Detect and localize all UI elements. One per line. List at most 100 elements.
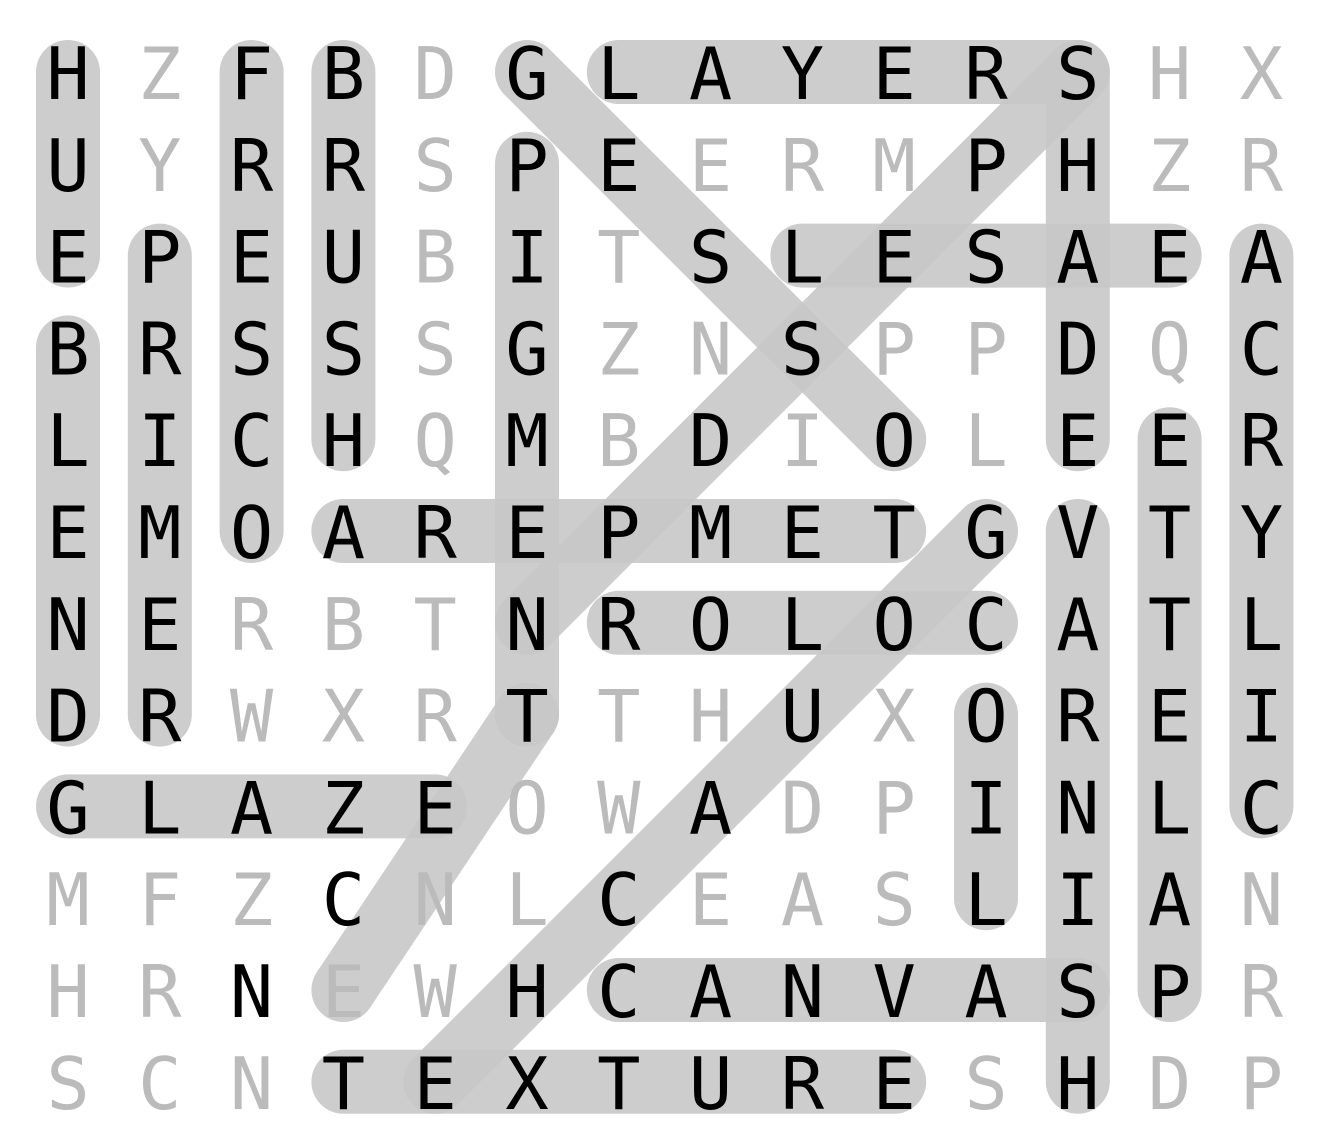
grid-letter[interactable]: W <box>597 766 641 850</box>
grid-letter[interactable]: M <box>46 858 89 942</box>
grid-letter[interactable]: S <box>964 216 1007 300</box>
grid-letter[interactable]: L <box>46 399 89 483</box>
grid-letter[interactable]: X <box>505 1042 548 1126</box>
grid-letter[interactable]: N <box>505 583 548 667</box>
grid-letter[interactable]: M <box>505 399 548 483</box>
grid-letter[interactable]: M <box>689 491 732 575</box>
grid-letter[interactable]: R <box>138 307 182 391</box>
grid-letter[interactable]: Y <box>138 124 181 208</box>
grid-letter[interactable]: E <box>689 858 732 942</box>
grid-letter[interactable]: P <box>873 307 916 391</box>
grid-letter[interactable]: L <box>781 216 824 300</box>
grid-letter[interactable]: E <box>873 1042 916 1126</box>
grid-letter[interactable]: N <box>230 1042 273 1126</box>
grid-letter[interactable]: Z <box>230 858 273 942</box>
grid-letter[interactable]: U <box>322 216 365 300</box>
grid-letter[interactable]: R <box>1056 675 1100 759</box>
grid-letter[interactable]: S <box>689 216 732 300</box>
grid-letter[interactable]: I <box>781 399 824 483</box>
grid-letter[interactable]: E <box>873 32 916 116</box>
grid-letter[interactable]: P <box>505 124 548 208</box>
grid-letter[interactable]: N <box>781 950 824 1034</box>
grid-letter[interactable]: A <box>230 766 273 850</box>
grid-letter[interactable]: E <box>322 950 365 1034</box>
grid-letter[interactable]: S <box>322 307 365 391</box>
grid-letter[interactable]: G <box>505 307 548 391</box>
grid-letter[interactable]: M <box>873 124 916 208</box>
grid-letter[interactable]: I <box>1056 858 1099 942</box>
grid-letter[interactable]: Z <box>1148 124 1191 208</box>
grid-letter[interactable]: W <box>230 675 274 759</box>
grid-letter[interactable]: S <box>414 124 457 208</box>
grid-letter[interactable]: F <box>138 858 181 942</box>
grid-letter[interactable]: C <box>1240 307 1283 391</box>
grid-letter[interactable]: I <box>138 399 181 483</box>
grid-letter[interactable]: U <box>46 124 89 208</box>
grid-letter[interactable]: R <box>322 124 366 208</box>
grid-letter[interactable]: N <box>230 950 273 1034</box>
grid-letter[interactable]: C <box>1240 766 1283 850</box>
grid-letter[interactable]: L <box>964 858 1007 942</box>
grid-letter[interactable]: Z <box>138 32 181 116</box>
grid-letter[interactable]: E <box>230 216 273 300</box>
grid-letter[interactable]: D <box>1148 1042 1191 1126</box>
grid-letter[interactable]: R <box>414 491 458 575</box>
grid-letter[interactable]: Q <box>414 399 457 483</box>
grid-letter[interactable]: E <box>781 491 824 575</box>
grid-letter[interactable]: P <box>873 766 916 850</box>
grid-letter[interactable]: S <box>414 307 457 391</box>
grid-letter[interactable]: Y <box>781 32 824 116</box>
grid-letter[interactable]: R <box>138 950 182 1034</box>
grid-letter[interactable]: A <box>689 950 732 1034</box>
grid-letter[interactable]: R <box>597 583 641 667</box>
grid-letter[interactable]: A <box>1056 583 1099 667</box>
grid-letter[interactable]: E <box>414 1042 457 1126</box>
grid-letter[interactable]: A <box>1056 216 1099 300</box>
grid-letter[interactable]: M <box>138 491 181 575</box>
grid-letter[interactable]: G <box>505 32 548 116</box>
grid-letter[interactable]: H <box>1148 32 1191 116</box>
grid-letter[interactable]: L <box>597 32 640 116</box>
grid-letter[interactable]: P <box>1148 950 1191 1034</box>
grid-letter[interactable]: R <box>964 32 1008 116</box>
grid-letter[interactable]: C <box>597 950 640 1034</box>
grid-letter[interactable]: R <box>230 583 274 667</box>
grid-letter[interactable]: Z <box>597 307 640 391</box>
grid-letter[interactable]: H <box>46 32 89 116</box>
grid-letter[interactable]: Y <box>1240 491 1283 575</box>
grid-letter[interactable]: U <box>689 1042 732 1126</box>
grid-letter[interactable]: N <box>46 583 89 667</box>
grid-letter[interactable]: B <box>46 307 89 391</box>
grid-letter[interactable]: G <box>46 766 89 850</box>
grid-letter[interactable]: S <box>781 307 824 391</box>
grid-letter[interactable]: X <box>322 675 365 759</box>
grid-letter[interactable]: C <box>964 583 1007 667</box>
grid-letter[interactable]: E <box>138 583 181 667</box>
grid-letter[interactable]: P <box>964 124 1007 208</box>
grid-letter[interactable]: O <box>873 583 916 667</box>
grid-letter[interactable]: A <box>781 858 824 942</box>
grid-letter[interactable]: E <box>1056 399 1099 483</box>
grid-letter[interactable]: E <box>505 491 548 575</box>
grid-letter[interactable]: S <box>1056 950 1099 1034</box>
grid-letter[interactable]: I <box>1240 675 1283 759</box>
grid-letter[interactable]: E <box>46 491 89 575</box>
grid-letter[interactable]: E <box>1148 675 1191 759</box>
grid-letter[interactable]: T <box>597 1042 640 1126</box>
grid-letter[interactable]: X <box>1240 32 1283 116</box>
grid-letter[interactable]: B <box>414 216 457 300</box>
grid-letter[interactable]: F <box>230 32 273 116</box>
grid-letter[interactable]: O <box>230 491 273 575</box>
grid-letter[interactable]: W <box>414 950 458 1034</box>
grid-letter[interactable]: R <box>230 124 274 208</box>
grid-letter[interactable]: E <box>873 216 916 300</box>
grid-letter[interactable]: L <box>138 766 181 850</box>
grid-letter[interactable]: L <box>505 858 548 942</box>
grid-letter[interactable]: S <box>873 858 916 942</box>
grid-letter[interactable]: E <box>414 766 457 850</box>
grid-letter[interactable]: P <box>1240 1042 1283 1126</box>
grid-letter[interactable]: L <box>781 583 824 667</box>
grid-letter[interactable]: A <box>964 950 1007 1034</box>
grid-letter[interactable]: T <box>505 675 548 759</box>
grid-letter[interactable]: P <box>138 216 181 300</box>
